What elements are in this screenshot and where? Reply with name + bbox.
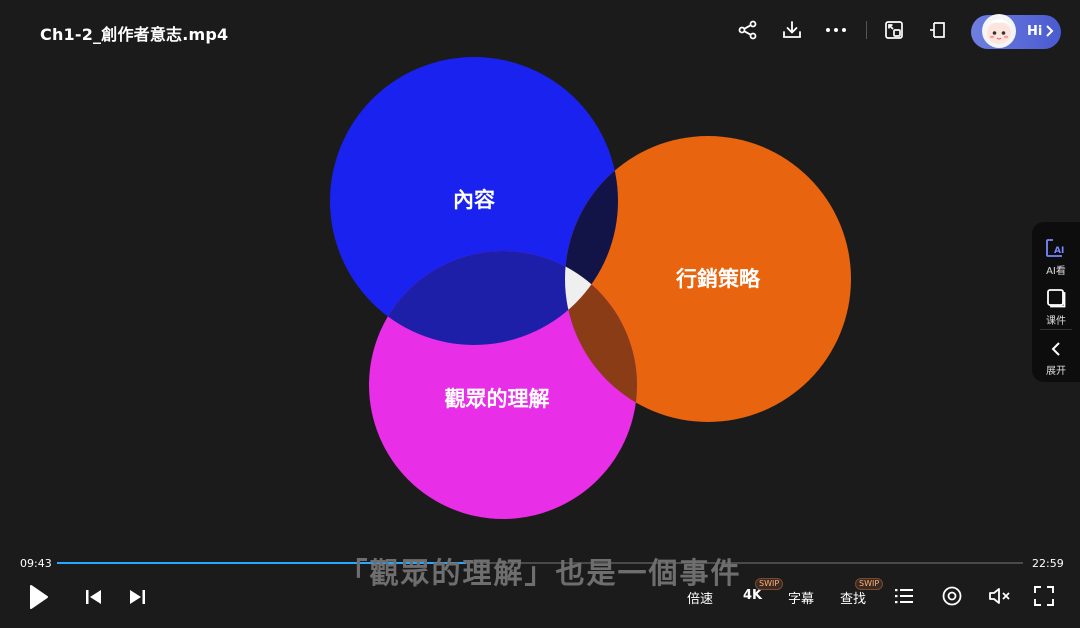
venn-label-marketing: 行銷策略 xyxy=(675,267,761,291)
toolbar-divider xyxy=(866,21,867,39)
play-icon xyxy=(30,585,48,609)
next-button[interactable] xyxy=(127,588,147,610)
venn-label-content: 內容 xyxy=(453,188,495,212)
svg-text:AI: AI xyxy=(1054,246,1064,256)
skip-next-icon xyxy=(130,590,145,604)
playlist-icon xyxy=(895,589,913,604)
top-bar: Ch1-2_創作者意志.mp4 Hi xyxy=(0,0,1080,64)
quality-button[interactable]: 4K xyxy=(743,588,762,603)
ai-watch-icon: AI xyxy=(1046,239,1064,257)
venn-label-audience: 觀眾的理解 xyxy=(445,387,550,411)
ai-avatar-icon xyxy=(982,14,1016,48)
mute-button[interactable] xyxy=(988,586,1012,610)
side-panel: AI AI看 课件 展开 xyxy=(1032,222,1080,382)
video-frame[interactable]: 內容 行銷策略 觀眾的理解 xyxy=(0,0,1080,628)
courseware-icon xyxy=(1047,289,1066,308)
skip-previous-icon xyxy=(86,590,101,604)
loop-button[interactable] xyxy=(941,585,963,611)
fullscreen-icon xyxy=(1034,586,1054,606)
ai-assistant-button[interactable]: Hi xyxy=(971,14,1061,49)
side-item-label: AI看 xyxy=(1046,266,1066,277)
share-icon[interactable] xyxy=(733,15,763,45)
playlist-button[interactable] xyxy=(894,587,914,609)
swip-badge: SWIP xyxy=(755,578,784,590)
download-icon[interactable] xyxy=(777,15,807,45)
fullscreen-button[interactable] xyxy=(1034,586,1054,610)
mini-window-icon[interactable] xyxy=(923,15,953,45)
video-subtitle: 「觀眾的理解」也是一個事件 xyxy=(338,556,742,590)
video-title: Ch1-2_創作者意志.mp4 xyxy=(40,25,229,44)
previous-button[interactable] xyxy=(84,588,104,610)
side-item-label: 展开 xyxy=(1046,366,1066,377)
play-button[interactable] xyxy=(28,583,50,615)
picture-in-picture-icon[interactable] xyxy=(879,15,909,45)
side-item-courseware[interactable]: 课件 xyxy=(1032,280,1080,328)
ai-greeting-label: Hi xyxy=(1027,24,1043,39)
target-icon xyxy=(942,586,962,606)
more-icon[interactable] xyxy=(821,15,851,45)
side-item-label: 课件 xyxy=(1046,316,1066,327)
chevron-left-icon xyxy=(1051,342,1060,356)
speed-button[interactable]: 倍速 xyxy=(687,588,713,607)
chevron-right-icon xyxy=(1046,25,1054,37)
swip-badge: SWIP xyxy=(855,578,884,590)
volume-muted-icon xyxy=(989,588,1010,604)
side-item-ai-watch[interactable]: AI AI看 xyxy=(1032,230,1080,278)
side-item-expand[interactable]: 展开 xyxy=(1032,332,1080,380)
search-button[interactable]: 查找 xyxy=(840,588,866,607)
subtitle-button[interactable]: 字幕 xyxy=(788,588,814,607)
side-panel-divider xyxy=(1040,329,1072,330)
